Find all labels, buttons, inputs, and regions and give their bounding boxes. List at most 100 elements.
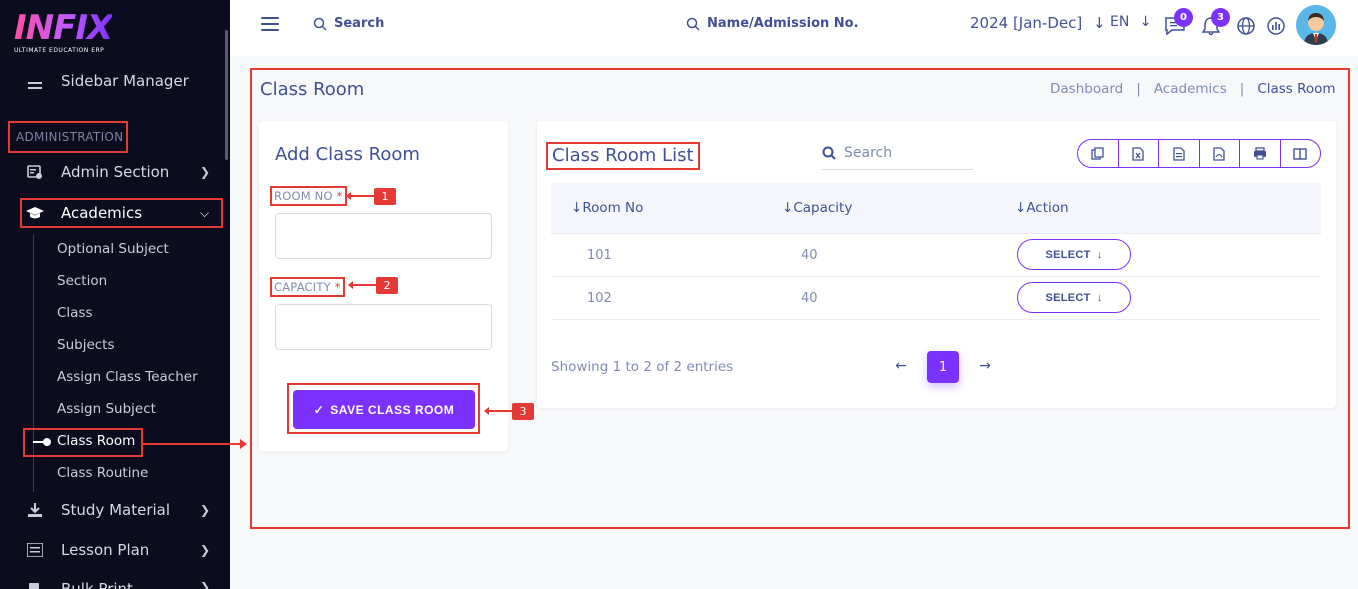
room-no-label: ROOM NO * bbox=[270, 186, 347, 206]
globe-icon[interactable] bbox=[1236, 16, 1258, 38]
sidebar-item-label: Lesson Plan bbox=[61, 541, 150, 559]
pagination-current-page[interactable]: 1 bbox=[927, 351, 959, 383]
table-header bbox=[551, 183, 1321, 233]
sidebar-item-label: Admin Section bbox=[61, 163, 170, 181]
list-icon bbox=[26, 541, 44, 559]
columns-icon[interactable] bbox=[1281, 140, 1321, 167]
arrow-down-icon: ↓ bbox=[1093, 14, 1106, 32]
graduation-cap-icon bbox=[26, 204, 44, 222]
submenu-item-optional-subject[interactable]: Optional Subject bbox=[57, 241, 169, 257]
list-title: Class Room List bbox=[546, 142, 700, 170]
sidebar-item-lesson-plan[interactable]: Lesson Plan ❯ bbox=[0, 535, 225, 565]
column-header-action[interactable]: ↓Action bbox=[1015, 200, 1069, 216]
submenu-item-section[interactable]: Section bbox=[57, 273, 107, 289]
sidebar-item-academics[interactable]: Academics ⌵ bbox=[0, 198, 225, 228]
cell-room-no: 102 bbox=[587, 291, 612, 306]
submenu-item-class-routine[interactable]: Class Routine bbox=[57, 465, 148, 481]
entries-info: Showing 1 to 2 of 2 entries bbox=[551, 359, 734, 375]
add-form-title: Add Class Room bbox=[275, 144, 420, 165]
breadcrumb-academics[interactable]: Academics bbox=[1154, 81, 1227, 97]
admission-search[interactable]: Name/Admission No. bbox=[686, 16, 859, 31]
sidebar-item-label: Academics bbox=[61, 204, 143, 222]
notifications-bell-icon[interactable]: 3 bbox=[1201, 8, 1230, 38]
excel-icon[interactable] bbox=[1119, 140, 1159, 167]
print-icon[interactable] bbox=[1240, 140, 1281, 167]
sidebar-item-sidebar-manager[interactable]: Sidebar Manager bbox=[0, 66, 225, 94]
search-icon bbox=[313, 17, 327, 31]
chevron-right-icon: ❯ bbox=[200, 165, 211, 179]
row-select-button[interactable]: SELECT ↓ bbox=[1017, 239, 1131, 270]
logo-tagline: ULTIMATE EDUCATION ERP bbox=[14, 47, 105, 54]
pagination-prev-icon[interactable]: ← bbox=[891, 356, 911, 376]
sidebar-item-study-material[interactable]: Study Material ❯ bbox=[0, 495, 225, 525]
arrow-down-icon: ↓ bbox=[1096, 248, 1103, 261]
export-buttons bbox=[1077, 139, 1321, 168]
row-select-button[interactable]: SELECT ↓ bbox=[1017, 282, 1131, 313]
capacity-label: CAPACITY * bbox=[270, 277, 345, 297]
sidebar-item-label: Study Material bbox=[61, 501, 171, 519]
breadcrumb: Dashboard | Academics | Class Room bbox=[1050, 81, 1336, 97]
copy-icon[interactable] bbox=[1078, 140, 1119, 167]
search-icon bbox=[686, 17, 700, 31]
submenu-item-class[interactable]: Class bbox=[57, 305, 93, 321]
capacity-input[interactable] bbox=[275, 304, 492, 350]
sidebar-scrollbar[interactable] bbox=[225, 30, 228, 160]
sidebar: INFIX ULTIMATE EDUCATION ERP Sidebar Man… bbox=[0, 0, 230, 589]
arrow-down-icon: ↓ bbox=[1096, 291, 1103, 304]
check-icon: ✓ bbox=[313, 402, 325, 417]
page-title: Class Room bbox=[260, 79, 365, 100]
language-select[interactable]: EN ↓ bbox=[1110, 14, 1152, 30]
sort-arrow-icon: ↓ bbox=[782, 200, 794, 216]
analytics-icon[interactable] bbox=[1266, 16, 1288, 38]
cell-capacity: 40 bbox=[801, 291, 818, 306]
submenu-item-subjects[interactable]: Subjects bbox=[57, 337, 115, 353]
logo[interactable]: INFIX ULTIMATE EDUCATION ERP bbox=[14, 8, 113, 54]
sidebar-item-label: Bulk Print bbox=[61, 580, 133, 589]
admission-search-label: Name/Admission No. bbox=[707, 16, 859, 31]
room-no-input[interactable] bbox=[275, 213, 492, 259]
messages-icon[interactable]: 0 bbox=[1164, 8, 1193, 38]
annotation-arrow bbox=[143, 439, 247, 449]
chevron-right-icon: ❯ bbox=[200, 503, 211, 517]
column-header-capacity[interactable]: ↓Capacity bbox=[782, 200, 852, 216]
cell-room-no: 101 bbox=[587, 248, 612, 263]
save-class-room-button[interactable]: ✓ SAVE CLASS ROOM bbox=[293, 390, 475, 429]
callout-2: 2 bbox=[348, 276, 398, 294]
pdf-icon[interactable] bbox=[1200, 140, 1240, 167]
logo-text: INFIX bbox=[14, 8, 113, 48]
breadcrumb-dashboard[interactable]: Dashboard bbox=[1050, 81, 1123, 97]
sidebar-item-label: Sidebar Manager bbox=[61, 72, 189, 90]
user-avatar[interactable] bbox=[1296, 5, 1336, 45]
submenu-item-assign-class-teacher[interactable]: Assign Class Teacher bbox=[57, 369, 198, 385]
submenu-item-class-room[interactable]: Class Room bbox=[57, 433, 135, 449]
hamburger-menu-icon[interactable] bbox=[261, 17, 279, 31]
chevron-right-icon: ❯ bbox=[200, 580, 211, 589]
sort-arrow-icon: ↓ bbox=[1015, 200, 1027, 216]
global-search[interactable]: Search bbox=[313, 16, 384, 31]
section-heading-administration: ADMINISTRATION bbox=[8, 121, 128, 153]
menu-icon bbox=[26, 78, 44, 94]
row-divider bbox=[551, 276, 1321, 277]
download-icon bbox=[26, 501, 44, 519]
cell-capacity: 40 bbox=[801, 248, 818, 263]
callout-3: 3 bbox=[484, 402, 534, 420]
language-value: EN bbox=[1110, 14, 1130, 30]
chevron-right-icon: ❯ bbox=[200, 543, 211, 557]
callout-1: 1 bbox=[346, 187, 396, 205]
messages-count-badge: 0 bbox=[1174, 8, 1193, 27]
sidebar-item-admin-section[interactable]: Admin Section ❯ bbox=[0, 157, 225, 187]
column-header-room-no[interactable]: ↓Room No bbox=[571, 200, 643, 216]
pagination-next-icon[interactable]: → bbox=[975, 356, 995, 376]
submenu-item-assign-subject[interactable]: Assign Subject bbox=[57, 401, 156, 417]
list-search-input[interactable]: Search bbox=[822, 137, 973, 170]
admin-icon bbox=[26, 163, 44, 181]
save-button-label: SAVE CLASS ROOM bbox=[330, 402, 455, 417]
arrow-down-icon: ↓ bbox=[1139, 14, 1152, 30]
academic-year-select[interactable]: 2024 [Jan-Dec] ↓ bbox=[970, 14, 1106, 32]
sort-arrow-icon: ↓ bbox=[571, 200, 583, 216]
search-icon bbox=[822, 146, 836, 160]
breadcrumb-current: Class Room bbox=[1257, 81, 1336, 97]
academic-year-value: 2024 [Jan-Dec] bbox=[970, 14, 1083, 32]
sidebar-item-bulk-print[interactable]: Bulk Print ❯ bbox=[0, 574, 225, 589]
csv-icon[interactable] bbox=[1159, 140, 1200, 167]
